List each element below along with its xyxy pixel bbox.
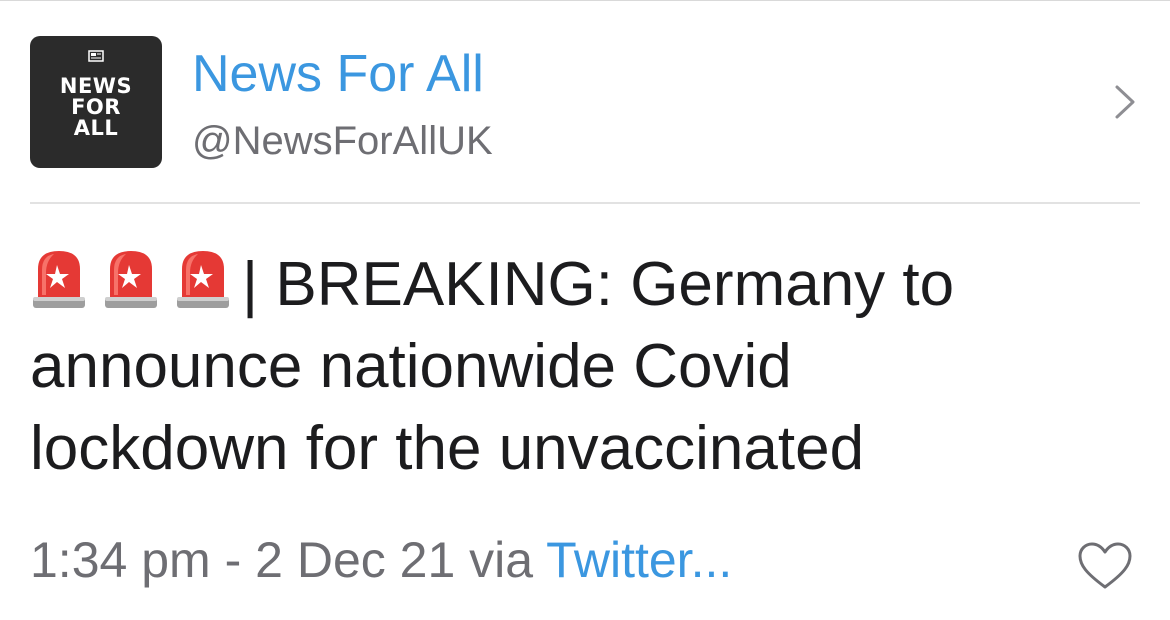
police-car-light-icon [105, 251, 157, 308]
police-car-light-icon [177, 251, 229, 308]
meta-dash: - [224, 532, 242, 588]
police-car-light-icon [33, 251, 85, 308]
tweet-line-2: announce nationwide Covid [30, 332, 792, 401]
tweet-time: 1:34 pm [30, 532, 211, 588]
top-border [0, 0, 1170, 1]
tweet-date: 2 Dec 21 [255, 532, 456, 588]
heart-outline-icon[interactable] [1076, 540, 1134, 592]
avatar-line-news: NEWS [59, 74, 133, 98]
tweet-line-1: | BREAKING: Germany to [30, 244, 1140, 326]
chevron-right-icon[interactable] [1112, 82, 1138, 122]
via-label: via [469, 532, 534, 588]
avatar-line-all: ALL [73, 116, 119, 140]
avatar-line-for: FOR [71, 95, 121, 119]
avatar[interactable]: NEWS FOR ALL [30, 36, 162, 168]
tweet-meta: 1:34 pm - 2 Dec 21 via Twitter... [30, 530, 732, 590]
tweet-line-3: lockdown for the unvaccinated [30, 414, 865, 483]
user-handle[interactable]: @NewsForAllUK [192, 118, 493, 164]
via-app-link[interactable]: Twitter... [546, 532, 732, 588]
header-divider [30, 202, 1140, 204]
tweet-text: | BREAKING: Germany to announce nationwi… [30, 244, 1140, 490]
tweet-line-1-text: BREAKING: Germany to [275, 250, 955, 319]
tweet-author-header[interactable]: NEWS FOR ALL News For All @NewsForAllUK [30, 36, 1140, 168]
display-name[interactable]: News For All [192, 44, 484, 104]
tweet-separator: | [242, 250, 259, 319]
avatar-logo-text: NEWS FOR ALL [30, 76, 162, 139]
newspaper-emblem-icon [88, 50, 104, 62]
